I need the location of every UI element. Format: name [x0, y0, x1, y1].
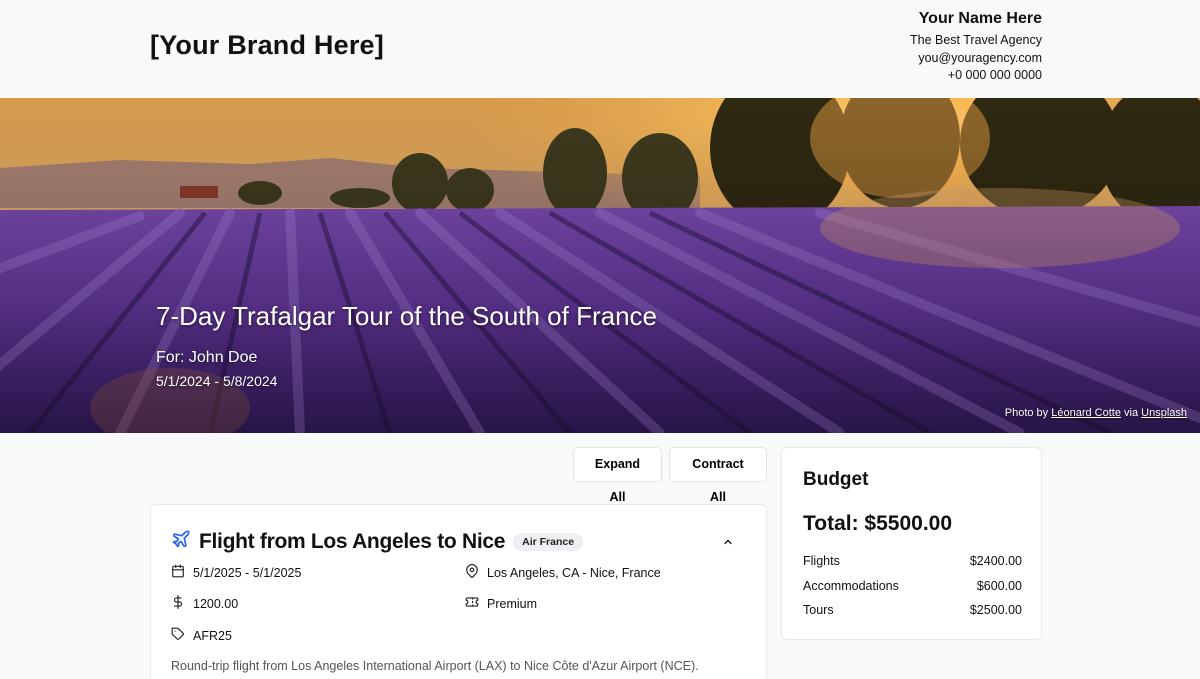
budget-panel: Budget Total: $5500.00 Flights $2400.00 … [781, 447, 1042, 640]
flight-class-row: Premium [465, 595, 537, 612]
flight-dates-row: 5/1/2025 - 5/1/2025 [171, 564, 301, 581]
budget-title: Budget [803, 469, 869, 490]
flight-card[interactable]: Flight from Los Angeles to Nice Air Fran… [150, 504, 767, 679]
budget-amount: $2400.00 [969, 554, 1022, 568]
budget-row-flights: Flights $2400.00 [803, 554, 1022, 568]
flight-dates: 5/1/2025 - 5/1/2025 [193, 565, 302, 580]
budget-total: Total: $5500.00 [803, 512, 953, 535]
flight-code: AFR25 [193, 628, 232, 643]
trip-dates: 5/1/2024 - 5/8/2024 [156, 373, 278, 389]
flight-class: Premium [487, 596, 538, 611]
calendar-icon [171, 564, 185, 581]
dollar-icon [171, 595, 185, 612]
agent-name: Your Name Here [918, 10, 1042, 27]
trip-title: 7-Day Trafalgar Tour of the South of Fra… [156, 301, 658, 331]
budget-label: Accommodations [803, 579, 899, 593]
credit-site-link[interactable]: Unsplash [1141, 407, 1187, 419]
agency-name: The Best Travel Agency [909, 33, 1042, 47]
photo-credit: Photo by Léonard Cotte via Unsplash [1005, 407, 1187, 419]
budget-amount: $2500.00 [969, 603, 1022, 617]
flight-location: Los Angeles, CA - Nice, France [487, 565, 661, 580]
contract-all-button[interactable]: Contract All [669, 447, 767, 504]
budget-label: Flights [803, 554, 840, 568]
expand-all-button[interactable]: Expand All [573, 447, 662, 504]
agent-email: you@youragency.com [918, 50, 1042, 65]
brand-logo: [Your Brand Here] [150, 30, 384, 60]
hero-banner: 7-Day Trafalgar Tour of the South of Fra… [0, 98, 1200, 433]
budget-row-accommodations: Accommodations $600.00 [803, 579, 1022, 593]
flight-price: 1200.00 [193, 596, 239, 611]
credit-via: via [1120, 407, 1142, 419]
ticket-icon [465, 595, 479, 612]
tag-icon [171, 627, 185, 644]
budget-row-tours: Tours $2500.00 [803, 603, 1022, 617]
trip-client: For: John Doe [156, 349, 258, 366]
airplane-icon [171, 529, 191, 554]
map-pin-icon [465, 564, 479, 581]
flight-price-row: 1200.00 [171, 595, 238, 612]
flight-location-row: Los Angeles, CA - Nice, France [465, 564, 661, 581]
page-header: [Your Brand Here] Your Name Here The Bes… [0, 0, 1200, 98]
agent-phone: +0 000 000 0000 [947, 68, 1042, 82]
agent-contact: Your Name Here The Best Travel Agency yo… [910, 10, 1042, 85]
flight-code-row: AFR25 [171, 627, 232, 644]
credit-author-link[interactable]: Léonard Cotte [1051, 407, 1121, 419]
flight-description: Round-trip flight from Los Angeles Inter… [171, 659, 699, 673]
airline-badge: Air France [513, 532, 584, 551]
budget-amount: $600.00 [976, 579, 1022, 593]
credit-prefix: Photo by [1004, 407, 1052, 419]
budget-label: Tours [803, 603, 834, 617]
chevron-up-icon[interactable] [722, 535, 734, 553]
flight-card-header: Flight from Los Angeles to Nice Air Fran… [171, 529, 584, 554]
flight-title: Flight from Los Angeles to Nice [199, 529, 506, 553]
